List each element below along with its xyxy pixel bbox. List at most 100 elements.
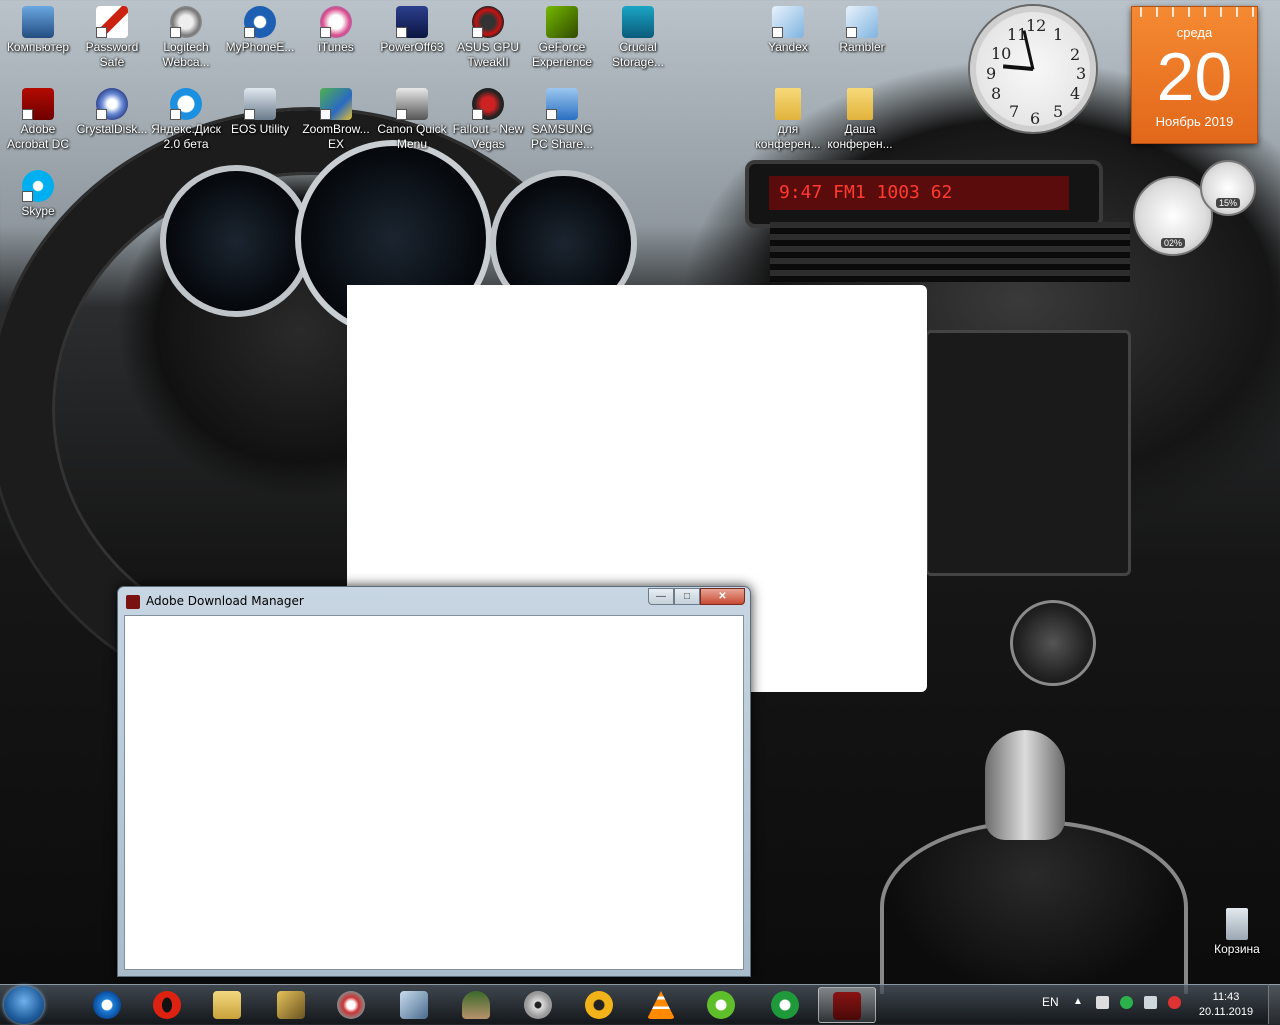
clock-gadget[interactable]: 12 1 2 3 4 5 6 7 8 9 10 11 <box>970 6 1096 132</box>
icon-label: Даша конферен... <box>827 122 893 151</box>
language-indicator[interactable]: EN <box>1042 995 1059 1009</box>
agent-icon <box>462 991 490 1019</box>
taskbar-agent[interactable] <box>447 987 505 1023</box>
desktop-icon-asus[interactable]: ASUS GPU TweakII <box>450 6 526 70</box>
icon-label: Rambler <box>839 40 885 54</box>
shifter-boot <box>880 820 1188 994</box>
desktop-icon-myphone[interactable]: MyPhoneE... <box>222 6 298 55</box>
yandex-icon <box>772 6 804 38</box>
desktop-icon-fallout[interactable]: Fallout - New Vegas <box>450 88 526 152</box>
p-app-icon <box>771 991 799 1019</box>
eos-icon <box>244 88 276 120</box>
stereo-panel <box>925 330 1131 576</box>
canon-icon <box>396 88 428 120</box>
desktop-icon-computer[interactable]: Компьютер <box>0 6 76 55</box>
desktop-icon-acrobat[interactable]: Adobe Acrobat DC <box>0 88 76 152</box>
icon-label: MyPhoneE... <box>225 40 295 54</box>
desktop-icon-eos[interactable]: EOS Utility <box>222 88 298 137</box>
desktop-icon-samsung[interactable]: SAMSUNG PC Share... <box>524 88 600 152</box>
desktop-icon-canon[interactable]: Canon Quick Menu <box>374 88 450 152</box>
calendar-gadget[interactable]: среда 20 Ноябрь 2019 <box>1131 6 1258 144</box>
desktop-icon-recycle-bin[interactable]: Корзина <box>1199 908 1275 957</box>
taskbar-time: 11:43 <box>1212 991 1240 1003</box>
taskbar-p-app[interactable] <box>756 987 814 1023</box>
taskbar <box>0 984 1280 1025</box>
memory-meter-gadget[interactable]: 15% <box>1200 160 1256 216</box>
taskbar-explorer[interactable] <box>198 987 256 1023</box>
clock-minute-hand <box>1022 30 1035 70</box>
desktop-icon-logitech[interactable]: Logitech Webca... <box>148 6 224 70</box>
desktop-icon-yandex[interactable]: Yandex <box>750 6 826 55</box>
cpu-percent: 02% <box>1161 238 1185 248</box>
icon-label: ASUS GPU TweakII <box>456 40 519 69</box>
recycle-bin-icon <box>1226 908 1248 940</box>
desktop-icon-poweroff[interactable]: PowerOff63 <box>374 6 450 55</box>
taskbar-photo[interactable] <box>385 987 443 1023</box>
desktop-icon-skype[interactable]: Skype <box>0 170 76 219</box>
desktop-icon-password-safe[interactable]: Password Safe <box>74 6 150 70</box>
desktop-icon-crystaldisk[interactable]: CrystalDisk... <box>74 88 150 137</box>
taskbar-tool[interactable] <box>262 987 320 1023</box>
show-desktop-button[interactable] <box>1268 984 1280 1024</box>
icon-label: iTunes <box>318 40 354 54</box>
taskbar-adobe-download-manager[interactable] <box>818 987 876 1023</box>
window-titlebar[interactable]: Adobe Download Manager — □ ✕ <box>118 587 750 615</box>
radio-display: 9:47 FM1 1003 62 <box>769 176 1069 210</box>
desktop-icon-zoombrowser[interactable]: ZoomBrow... EX <box>298 88 374 152</box>
itunes-icon <box>320 6 352 38</box>
aimp-icon <box>585 991 613 1019</box>
rambler-icon <box>846 6 878 38</box>
tray-overflow-icon[interactable]: ▲ <box>1073 996 1086 1009</box>
desktop-icon-yandex-disk[interactable]: Яндекс.Диск 2.0 бета <box>148 88 224 152</box>
desktop-folder-conference[interactable]: для конферен... <box>750 88 826 152</box>
icon-label: Яндекс.Диск 2.0 бета <box>151 122 221 151</box>
start-button[interactable] <box>4 986 44 1024</box>
network-icon[interactable] <box>1144 996 1157 1009</box>
caption-buttons: — □ ✕ <box>648 588 745 606</box>
media-icon <box>337 991 365 1019</box>
taskbar-ie[interactable] <box>78 987 136 1023</box>
taskbar-aimp[interactable] <box>570 987 628 1023</box>
taskbar-utorrent[interactable] <box>692 987 750 1023</box>
icon-label: для конферен... <box>755 122 821 151</box>
folder-icon <box>775 88 801 120</box>
radio-display-frame: 9:47 FM1 1003 62 <box>745 160 1103 228</box>
air-vents <box>770 222 1130 282</box>
taskbar-opera[interactable] <box>138 987 196 1023</box>
icon-label: Password Safe <box>85 40 139 69</box>
taskbar-disc[interactable] <box>509 987 567 1023</box>
utorrent-icon <box>707 991 735 1019</box>
desktop-icon-geforce[interactable]: GeForce Experience <box>524 6 600 70</box>
geforce-icon <box>546 6 578 38</box>
minimize-button[interactable]: — <box>648 588 674 605</box>
taskbar-vlc[interactable] <box>632 987 690 1023</box>
flag-icon[interactable] <box>1096 996 1109 1009</box>
desktop-icon-itunes[interactable]: iTunes <box>298 6 374 55</box>
maximize-button[interactable]: □ <box>674 588 700 605</box>
icon-label: Yandex <box>768 40 808 54</box>
icon-label: Crucial Storage... <box>611 40 665 69</box>
desktop-icon-crucial[interactable]: Crucial Storage... <box>600 6 676 70</box>
crystaldisk-icon <box>96 88 128 120</box>
icon-label: Компьютер <box>6 40 70 54</box>
temp-gauge <box>160 165 312 317</box>
skype-icon <box>22 170 54 202</box>
adobe-download-icon <box>833 992 861 1020</box>
myphone-icon <box>244 6 276 38</box>
security-icon[interactable] <box>1120 996 1133 1009</box>
adobe-app-icon <box>126 595 140 609</box>
close-button[interactable]: ✕ <box>700 588 745 605</box>
adobe-download-manager-window: Adobe Download Manager — □ ✕ <box>117 586 751 977</box>
taskbar-clock[interactable]: 11:43 20.11.2019 <box>1196 990 1256 1020</box>
opera-icon <box>153 991 181 1019</box>
calendar-day: 20 <box>1156 39 1233 115</box>
volume-muted-icon[interactable] <box>1168 996 1181 1009</box>
folder-icon <box>847 88 873 120</box>
desktop-folder-dasha[interactable]: Даша конферен... <box>822 88 898 152</box>
calendar-month: Ноябрь 2019 <box>1155 114 1234 129</box>
desktop-icon-rambler[interactable]: Rambler <box>824 6 900 55</box>
ie-icon <box>93 991 121 1019</box>
taskbar-media[interactable] <box>322 987 380 1023</box>
icon-label: Корзина <box>1214 942 1260 956</box>
icon-label: Canon Quick Menu <box>377 122 447 151</box>
